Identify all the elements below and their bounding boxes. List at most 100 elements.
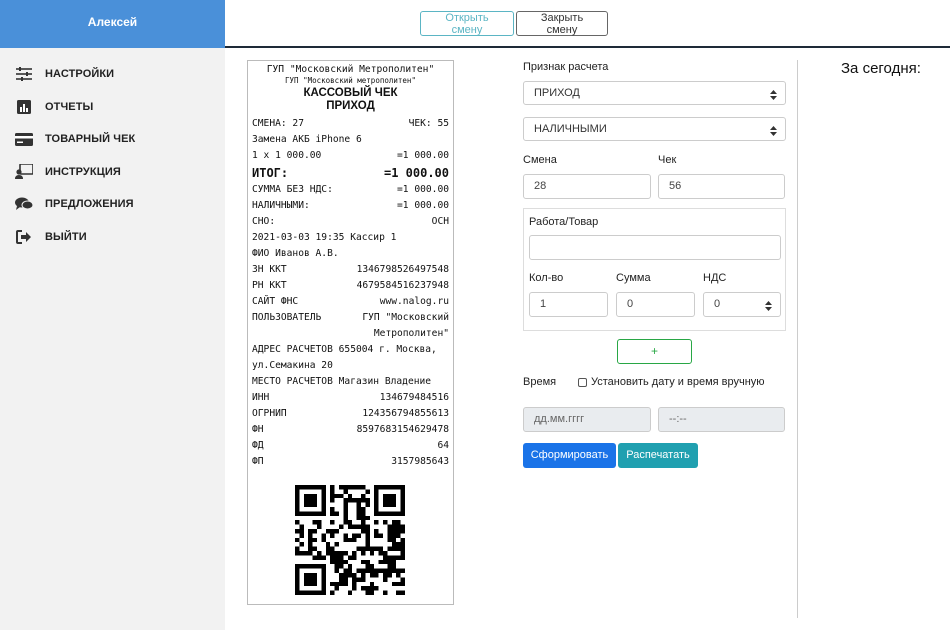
receipt-fn-label: ФН (252, 424, 264, 435)
select-arrows-icon (765, 298, 772, 321)
sum-input[interactable]: 0 (616, 292, 695, 317)
manual-time-toggle[interactable]: Установить дату и время вручную (578, 376, 765, 388)
select-arrows-icon (770, 123, 777, 145)
receipt-user-value-2: Метрополитен" (373, 328, 449, 339)
manual-time-checkbox[interactable] (578, 377, 587, 387)
receipt-cashier: ФИО Иванов А.В. (252, 248, 339, 259)
sliders-icon (14, 66, 34, 82)
sidebar-item-receipt[interactable]: ТОВАРНЫЙ ЧЕК (0, 123, 225, 156)
sidebar-item-label: ПРЕДЛОЖЕНИЯ (45, 198, 134, 211)
generate-button[interactable]: Сформировать (523, 443, 616, 468)
receipt-item-name: Замена АКБ iPhone 6 (252, 134, 362, 145)
sign-out-icon (14, 229, 34, 245)
card-icon (14, 131, 34, 147)
receipt-sno-value: ОСН (431, 216, 449, 227)
sum-label: Сумма (616, 272, 651, 284)
receipt-row: САЙТ ФНС www.nalog.ru (252, 294, 449, 310)
receipt-preview: ГУП "Московский Метрополитен" ГУП "Моско… (247, 60, 454, 605)
qty-input[interactable]: 1 (529, 292, 608, 317)
receipt-ogrnip-value: 124356794855613 (362, 408, 449, 419)
sidebar: Алексей НАСТРОЙКИ ОТЧЕТЫ ТОВАРНЫЙ ЧЕК ИН… (0, 0, 225, 630)
sidebar-item-label: ОТЧЕТЫ (45, 100, 94, 113)
sidebar-item-label: ТОВАРНЫЙ ЧЕК (45, 133, 136, 146)
sidebar-item-instructions[interactable]: ИНСТРУКЦИЯ (0, 156, 225, 189)
time-input[interactable]: --:-- (658, 407, 785, 432)
receipt-row: ЗН ККТ 1346798526497548 (252, 262, 449, 278)
payment-method-select[interactable]: НАЛИЧНЫМИ (523, 117, 786, 141)
add-item-button[interactable]: + (617, 339, 692, 364)
vat-select[interactable]: 0 (703, 292, 781, 317)
receipt-fp-label: ФП (252, 456, 264, 467)
chart-icon (14, 99, 34, 115)
payment-method-value: НАЛИЧНЫМИ (534, 123, 607, 135)
receipt-fd-value: 64 (437, 440, 449, 451)
receipt-shift: СМЕНА: 27 (252, 118, 304, 129)
receipt-row: ОГРНИП 124356794855613 (252, 406, 449, 422)
check-input[interactable]: 56 (658, 174, 785, 199)
sidebar-item-label: ИНСТРУКЦИЯ (45, 165, 121, 178)
qty-label: Кол-во (529, 272, 564, 284)
receipt-row: ФП 3157985643 (252, 454, 449, 470)
receipt-org: ГУП "Московский Метрополитен" (266, 64, 435, 75)
receipt-item-sum: =1 000.00 (397, 150, 449, 161)
receipt-row: ИНН 134679484516 (252, 390, 449, 406)
calc-sign-select[interactable]: ПРИХОД (523, 81, 786, 105)
receipt-rn-value: 4679584516237948 (356, 280, 449, 291)
date-input[interactable]: дд.мм.гггг (523, 407, 651, 432)
receipt-total-value: =1 000.00 (383, 166, 449, 180)
receipt-fn-value: 8597683154629478 (356, 424, 449, 435)
comments-icon (14, 196, 34, 212)
receipt-sno-label: СНО: (252, 216, 276, 227)
receipt-fd-label: ФД (252, 440, 264, 451)
receipt-title: КАССОВЫЙ ЧЕК (303, 87, 398, 99)
shift-label: Смена (523, 154, 557, 166)
receipt-zn-value: 1346798526497548 (356, 264, 449, 275)
shift-input[interactable]: 28 (523, 174, 651, 199)
sidebar-item-settings[interactable]: НАСТРОЙКИ (0, 58, 225, 91)
today-summary-title: За сегодня: (841, 60, 921, 77)
sidebar-item-logout[interactable]: ВЫЙТИ (0, 221, 225, 254)
topbar: Открыть смену Закрыть смену (225, 0, 950, 48)
sidebar-user-name: Алексей (0, 0, 225, 48)
receipt-site-label: САЙТ ФНС (252, 296, 299, 307)
receipt-user-value: ГУП "Московский (362, 312, 449, 323)
receipt-org-small: ГУП "Московский метрополитен" (285, 76, 416, 85)
receipt-zn-label: ЗН ККТ (252, 264, 287, 275)
close-shift-button[interactable]: Закрыть смену (516, 11, 608, 36)
sidebar-item-label: ВЫЙТИ (45, 230, 87, 243)
item-group: Работа/Товар Кол-во Сумма НДС 1 0 0 (523, 208, 786, 331)
receipt-row: Метрополитен" (252, 326, 449, 342)
receipt-novat-label: СУММА БЕЗ НДС: (252, 184, 333, 195)
calc-sign-label: Признак расчета (523, 61, 609, 73)
column-divider (797, 60, 798, 618)
receipt-site-value: www.nalog.ru (379, 296, 449, 307)
manual-time-label: Установить дату и время вручную (591, 376, 765, 388)
select-arrows-icon (770, 87, 777, 109)
receipt-datetime: 2021-03-03 19:35 Кассир 1 (252, 232, 397, 243)
receipt-row: ФН 8597683154629478 (252, 422, 449, 438)
open-shift-button[interactable]: Открыть смену (420, 11, 514, 36)
receipt-ogrnip-label: ОГРНИП (252, 408, 287, 419)
receipt-row: ПОЛЬЗОВАТЕЛЬ ГУП "Московский (252, 310, 449, 326)
sidebar-item-reports[interactable]: ОТЧЕТЫ (0, 91, 225, 124)
receipt-row: СНО: ОСН (252, 214, 449, 230)
sidebar-item-label: НАСТРОЙКИ (45, 68, 115, 81)
item-input[interactable] (529, 235, 781, 260)
receipt-subtitle: ПРИХОД (326, 100, 375, 112)
vat-value: 0 (714, 298, 721, 310)
receipt-row: ФД 64 (252, 438, 449, 454)
receipt-row: НАЛИЧНЫМИ: =1 000.00 (252, 198, 449, 214)
receipt-row: СУММА БЕЗ НДС: =1 000.00 (252, 182, 449, 198)
sidebar-item-suggestions[interactable]: ПРЕДЛОЖЕНИЯ (0, 188, 225, 221)
receipt-total-label: ИТОГ: (252, 166, 289, 180)
receipt-user-label: ПОЛЬЗОВАТЕЛЬ (252, 312, 322, 323)
print-button[interactable]: Распечатать (618, 443, 698, 468)
receipt-row: РН ККТ 4679584516237948 (252, 278, 449, 294)
receipt-address-2: ул.Семакина 20 (252, 360, 333, 371)
receipt-check: ЧЕК: 55 (408, 118, 449, 129)
receipt-total-row: ИТОГ: =1 000.00 (252, 164, 449, 182)
receipt-inn-value: 134679484516 (379, 392, 449, 403)
qr-code (295, 485, 405, 595)
receipt-address: АДРЕС РАСЧЕТОВ 655004 г. Москва, (252, 344, 437, 355)
receipt-cash-label: НАЛИЧНЫМИ: (252, 200, 310, 211)
